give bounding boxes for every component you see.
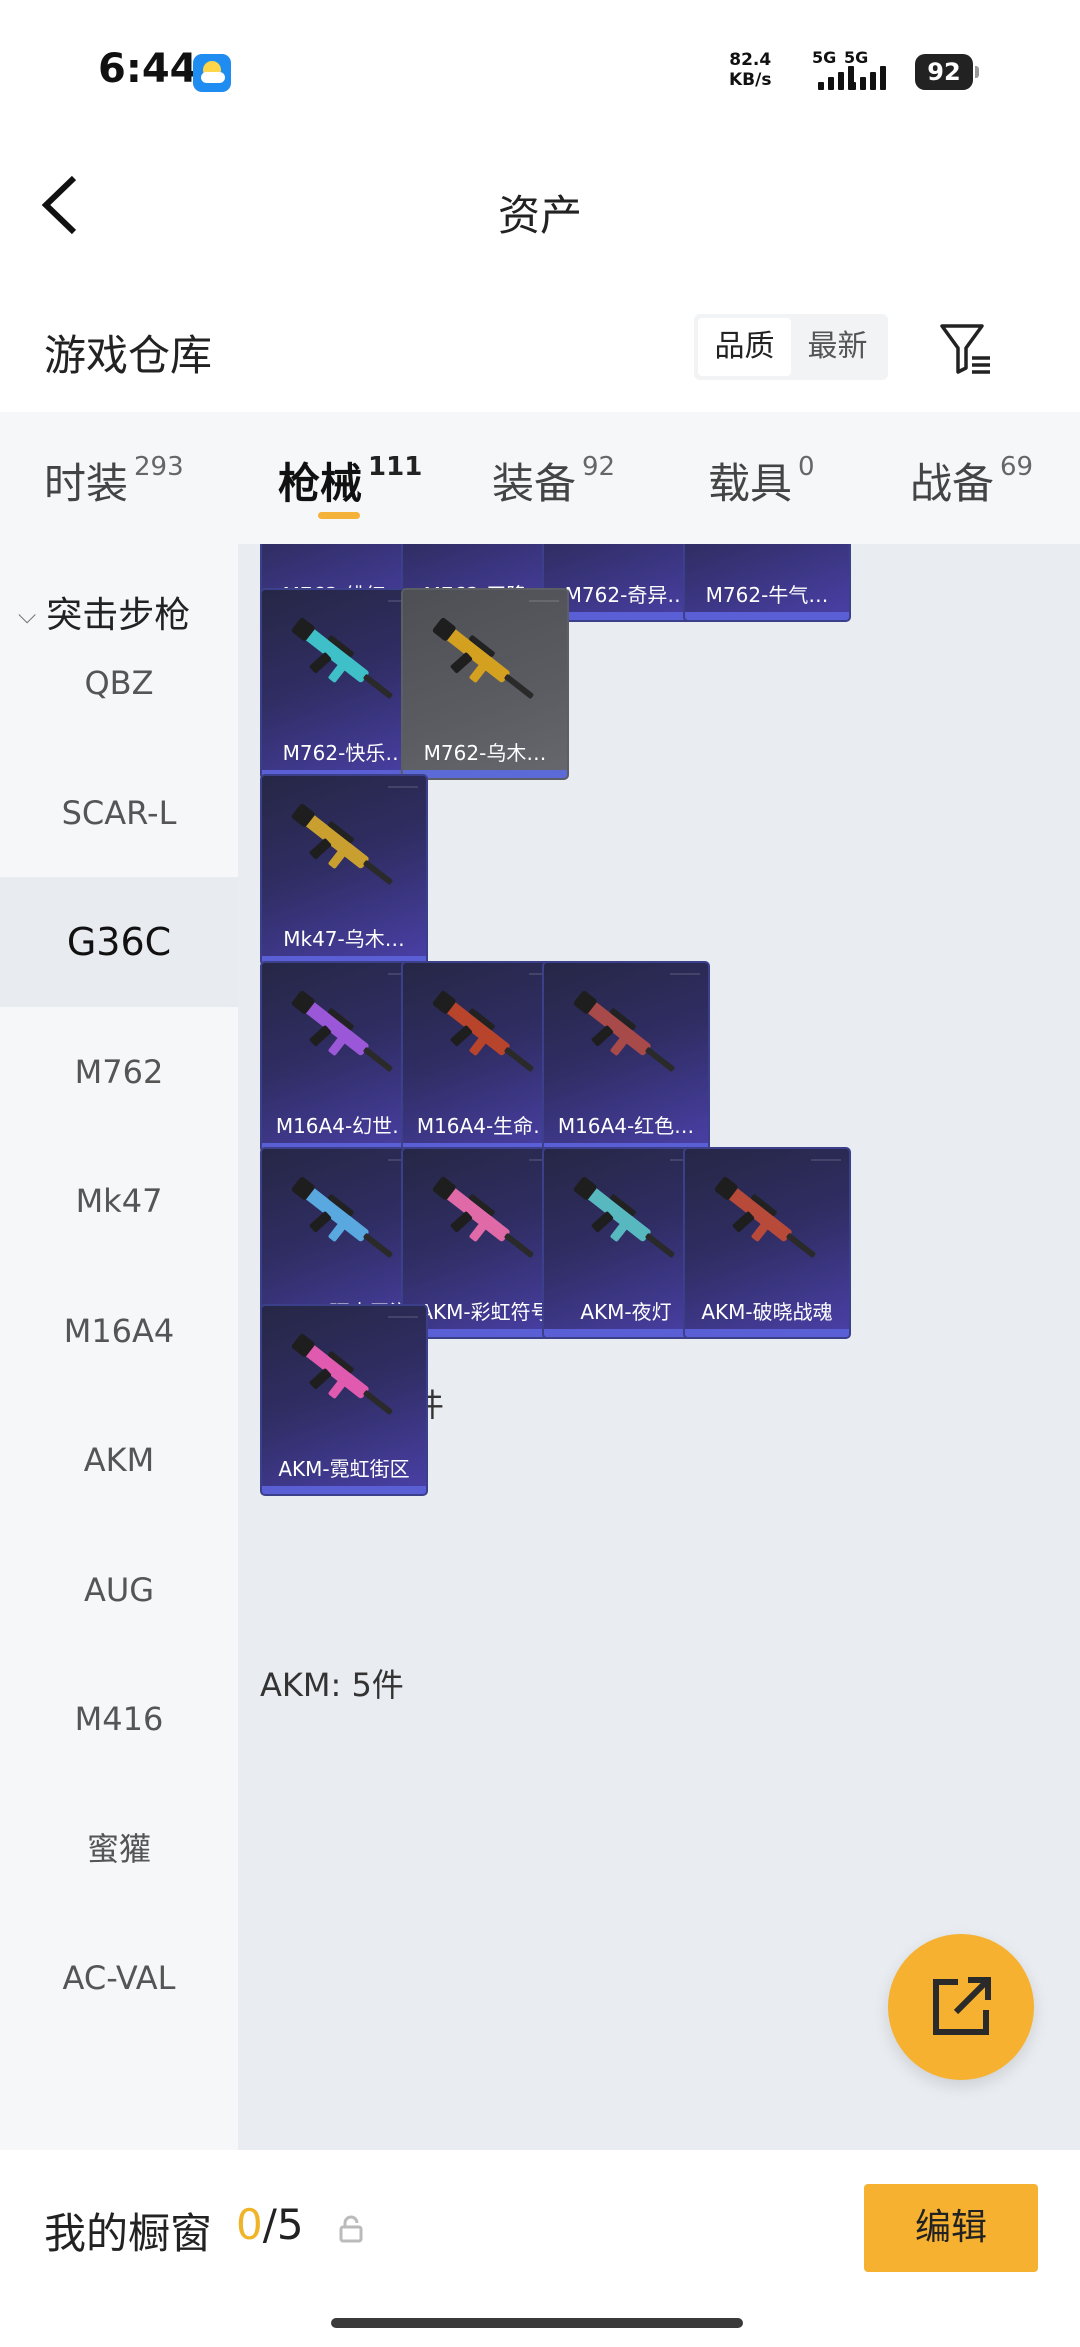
- edit-button[interactable]: 编辑: [864, 2184, 1038, 2272]
- rifle-icon: [291, 990, 393, 1072]
- rifle-icon: [432, 990, 534, 1072]
- net-speed-unit: KB/s: [729, 70, 772, 90]
- rifle-icon: [291, 617, 393, 699]
- sort-latest-option[interactable]: 最新: [791, 318, 884, 376]
- external-link-icon: [933, 1977, 991, 2035]
- weapon-card[interactable]: M16A4-红色…: [542, 961, 710, 1153]
- card-rarity-bar: [685, 1329, 849, 1337]
- sidebar-item-qbz[interactable]: QBZ: [0, 618, 238, 748]
- rifle-icon: [714, 1176, 816, 1258]
- rifle-icon: [432, 617, 534, 699]
- sidebar-item-scar-l[interactable]: SCAR-L: [0, 748, 238, 878]
- net-speed-value: 82.4: [729, 50, 772, 70]
- tab-label: 载具: [708, 459, 793, 508]
- sidebar-item-akm[interactable]: AKM: [0, 1395, 238, 1525]
- battery-indicator: 92: [915, 54, 979, 90]
- tab-label: 枪械: [278, 459, 363, 508]
- sidebar-item-m416[interactable]: M416: [0, 1654, 238, 1784]
- status-bar: 6:44 82.4 KB/s 5G 5G 92: [0, 0, 1080, 140]
- weather-icon: [193, 54, 231, 92]
- card-rarity-bar: [685, 612, 849, 620]
- warehouse-title: 游戏仓库: [44, 331, 213, 380]
- tab-count: 293: [134, 452, 184, 482]
- active-tab-indicator: [318, 512, 360, 519]
- sidebar-item-mk47[interactable]: Mk47: [0, 1136, 238, 1266]
- showcase-label: 我的橱窗: [44, 2209, 213, 2258]
- filter-icon: [940, 324, 990, 374]
- rifle-icon: [705, 544, 833, 570]
- card-rarity-bar: [262, 1486, 426, 1494]
- tab-label: 战备: [910, 459, 995, 508]
- weapon-card-label: Mk47-乌木…: [283, 927, 405, 951]
- nav-bar: 资产: [0, 140, 1080, 270]
- category-tabs: 时装 293 枪械 111 装备 92 载具 0 战备 69: [0, 412, 1080, 544]
- tab-supplies[interactable]: 战备 69: [910, 450, 1033, 511]
- rifle-icon: [432, 1176, 534, 1258]
- home-indicator[interactable]: [331, 2318, 743, 2328]
- rifle-icon: [423, 544, 551, 570]
- tab-fashion[interactable]: 时装 293: [44, 450, 184, 511]
- warehouse-header: 游戏仓库 品质 最新: [0, 300, 1080, 410]
- signal-icon: 5G: [844, 48, 896, 90]
- showcase-count: 0/5: [236, 2200, 304, 2249]
- rifle-icon: [573, 990, 675, 1072]
- tab-equipment[interactable]: 装备 92: [492, 450, 615, 511]
- weapon-card[interactable]: AKM-破晓战魂: [683, 1147, 851, 1339]
- signal-label: 5G: [844, 48, 869, 67]
- rifle-icon: [573, 1176, 675, 1258]
- rifle-icon: [291, 1333, 393, 1415]
- tab-count: 92: [582, 452, 616, 482]
- sidebar-item-aug[interactable]: AUG: [0, 1525, 238, 1655]
- weapon-card[interactable]: AKM-霓虹街区: [260, 1304, 428, 1496]
- tab-vehicles[interactable]: 载具 0: [708, 450, 815, 511]
- share-button[interactable]: [888, 1934, 1034, 2080]
- sidebar-item-g36c[interactable]: G36C: [0, 877, 238, 1007]
- weapon-card[interactable]: M762-乌木…: [401, 588, 569, 780]
- weapon-card[interactable]: Mk47-乌木…: [260, 774, 428, 966]
- status-time: 6:44: [98, 46, 198, 92]
- tab-label: 时装: [44, 459, 129, 508]
- page-title: 资产: [497, 191, 582, 240]
- weapon-card-label: AKM-破晓战魂: [701, 1300, 833, 1324]
- showcase-total: /5: [262, 2200, 304, 2249]
- tab-count: 111: [368, 452, 423, 482]
- rifle-icon: [282, 544, 410, 570]
- rifle-icon: [564, 544, 692, 570]
- showcase-current: 0: [236, 2200, 263, 2249]
- tab-label: 装备: [492, 459, 577, 508]
- showcase-panel: 我的橱窗 0/5 编辑: [0, 2150, 1080, 2347]
- sort-toggle: 品质 最新: [694, 314, 888, 380]
- weapon-card-label: AKM-霓虹街区: [278, 1457, 410, 1481]
- tab-count: 0: [798, 452, 815, 482]
- tab-guns[interactable]: 枪械 111: [278, 450, 422, 511]
- tab-count: 69: [1000, 452, 1034, 482]
- weapon-card-label: M762-牛气…: [705, 583, 829, 607]
- sidebar-item-honey-badger[interactable]: 蜜獾: [0, 1784, 238, 1914]
- filter-button[interactable]: [938, 318, 994, 378]
- sidebar-item-m16a4[interactable]: M16A4: [0, 1266, 238, 1396]
- group-title: AKM: 5件: [260, 1666, 404, 1704]
- lock-icon: [339, 2215, 363, 2243]
- rifle-icon: [291, 803, 393, 885]
- sort-quality-option[interactable]: 品质: [698, 318, 791, 376]
- weapon-card-label: M16A4-红色…: [557, 1114, 695, 1138]
- weapon-grid: M762: 6件M762-绯红…M762-天降…M762-奇异…M762-牛气……: [238, 544, 1080, 2150]
- weapon-card[interactable]: M762-牛气…: [683, 544, 851, 622]
- net-speed: 82.4 KB/s: [729, 50, 771, 90]
- weapon-sidebar: ⌵ 突击步枪 QBZ SCAR-L G36C M762 Mk47 M16A4 AK…: [0, 544, 238, 2150]
- rifle-icon: [291, 1176, 393, 1258]
- weapon-card-label: M762-乌木…: [423, 741, 547, 765]
- sidebar-item-ac-val[interactable]: AC-VAL: [0, 1913, 238, 2043]
- signal-label: 5G: [812, 48, 837, 67]
- sidebar-item-m762[interactable]: M762: [0, 1007, 238, 1137]
